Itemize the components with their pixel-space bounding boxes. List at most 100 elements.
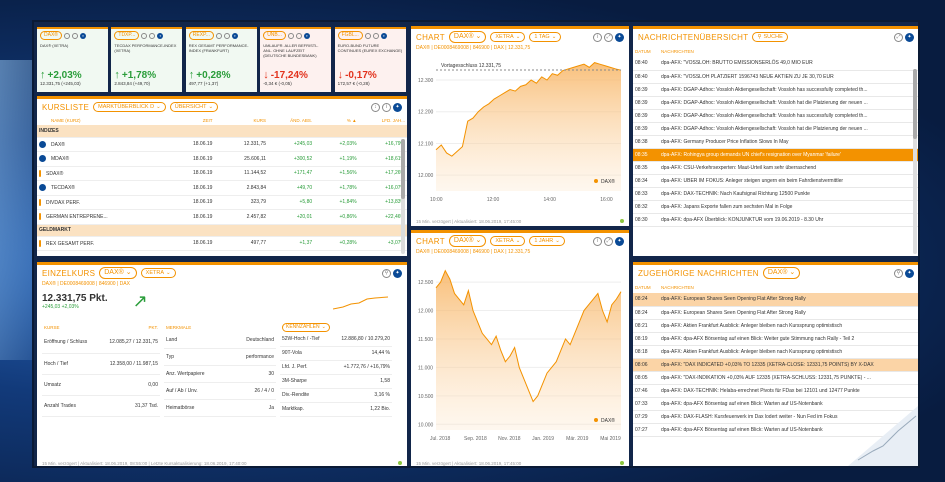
sort-icon[interactable]: ↕: [371, 102, 380, 112]
chart-day-instrument-dropdown[interactable]: DAX® ⌄: [448, 31, 487, 43]
chart-year-plot[interactable]: 10.000 10.500 11.000 11.500 12.000 12.500 Jul.…: [411, 255, 629, 451]
column-header[interactable]: LFD. JAH...: [359, 115, 407, 125]
news-row[interactable]: 08:21 dpa-AFX: Aktien Frankfurt Ausblick:…: [633, 319, 918, 333]
expand-icon[interactable]: ⤢: [604, 32, 613, 42]
column-header[interactable]: [314, 115, 321, 125]
column-header[interactable]: ÄND. ABS.: [268, 115, 314, 125]
info-icon[interactable]: i: [593, 32, 602, 42]
info-icon[interactable]: ·: [215, 32, 222, 39]
news-headline[interactable]: dpa-AFX: DAX-TECHNIK: Nach Kaufsignal Ri…: [659, 187, 918, 201]
news-row[interactable]: 08:38 dpa-AFX: Germany Producer Price Inf…: [633, 135, 918, 149]
news-headline[interactable]: dpa-AFX: CSU-Verkehrsexperten: Maut-Urte…: [659, 161, 918, 175]
index-tile[interactable]: FGBL... · · ✦ EURO-BUND FUTURE CONTINUES (EU…: [334, 27, 406, 92]
news-headline[interactable]: dpa-AFX: DGAP-Adhoc: Vossloh Aktiengesel…: [659, 96, 918, 110]
table-row[interactable]: SDAX® 18.06.19 11.144,52 +171,47 +1,56% +17,2…: [37, 166, 407, 181]
info-icon[interactable]: ·: [63, 32, 70, 39]
news-row[interactable]: 08:24 dpa-AFX: European Shares Seen Openi…: [633, 293, 918, 307]
news-row[interactable]: 08:34 dpa-AFX: UBER IM FOKUS: Anleger ste…: [633, 174, 918, 188]
news-headline[interactable]: dpa-AFX: "DAX-INDIKATION +0,03% AUF 1233…: [659, 371, 918, 385]
news-row[interactable]: 08:33 dpa-AFX: DAX-TECHNIK: Nach Kaufsign…: [633, 187, 918, 201]
column-header[interactable]: KURS: [222, 115, 269, 125]
settings-icon[interactable]: ✦: [393, 268, 402, 278]
index-tile[interactable]: UNB... · · ✦ UMLAUFR. ALLER BEFRISTL. ANL. O…: [260, 27, 332, 92]
column-header[interactable]: [166, 115, 173, 125]
settings-icon[interactable]: ✦: [615, 32, 624, 42]
index-tile[interactable]: TDXP... · · ✦ TECDAX PERFORMANCE-INDEX (XETR…: [111, 27, 183, 92]
news-headline[interactable]: dpa-AFX: DGAP-Adhoc: Vossloh Aktiengesel…: [659, 122, 918, 136]
chart-day-plot[interactable]: 12.000 12.100 12.200 12.300 10:00 12:00 14:00 1…: [411, 51, 629, 211]
settings-icon[interactable]: ✦: [380, 32, 387, 39]
settings-icon[interactable]: ✦: [231, 32, 238, 39]
expand-icon[interactable]: ⤢: [604, 236, 613, 246]
table-row[interactable]: GERMAN ENTREPRENE... 18.06.19 2.457,82 +20,…: [37, 209, 407, 225]
index-tile[interactable]: DAX® · · ✦ DAX® (XETRA) ↑ +2,03% 12.331,75 (+24…: [37, 27, 108, 92]
exchange-dropdown[interactable]: XETRA ⌄: [140, 268, 176, 278]
uebersicht-dropdown[interactable]: ÜBERSICHT ⌄: [169, 102, 219, 112]
settings-icon[interactable]: ✦: [393, 102, 402, 112]
instrument-dropdown[interactable]: DAX® ⌄: [99, 267, 137, 279]
settings-icon[interactable]: ✦: [157, 32, 164, 39]
link-icon[interactable]: ·: [223, 32, 230, 39]
news-headline[interactable]: dpa-AFX: dpa-AFX Überblick: KONJUNKTUR v…: [659, 213, 918, 227]
news-row[interactable]: 08:39 dpa-AFX: DGAP-Adhoc: Vossloh Aktien…: [633, 83, 918, 97]
link-icon[interactable]: ⚲: [382, 268, 391, 278]
chart-year-exchange-dropdown[interactable]: XETRA ⌄: [490, 236, 526, 246]
index-tile[interactable]: REXP... · · ✦ REX GESAMT PERFORMANCE-INDEX (…: [185, 27, 257, 92]
table-row[interactable]: DIVDAX PERF. 18.06.19 323,79 +5,80 +1,84% +13…: [37, 195, 407, 210]
tile-instrument-dropdown[interactable]: DAX®: [40, 31, 62, 40]
chart-year-range-dropdown[interactable]: 1 JAHR ⌄: [529, 236, 565, 246]
news-headline[interactable]: dpa-AFX: "DAX INDICATED +0,03% TO 12335 …: [659, 358, 918, 372]
link-icon[interactable]: ·: [372, 32, 379, 39]
chart-day-range-dropdown[interactable]: 1 TAG ⌄: [529, 32, 562, 42]
column-header[interactable]: % ▲: [321, 115, 358, 125]
news-row[interactable]: 08:32 dpa-AFX: Japans Exporte fallen zum …: [633, 200, 918, 214]
table-row[interactable]: DAX® 18.06.19 12.331,75 +245,03 +2,03% +16,79…: [37, 137, 407, 152]
column-header[interactable]: [214, 115, 221, 125]
link-icon[interactable]: ⚲: [894, 268, 903, 278]
news-row[interactable]: 08:35 dpa-AFX: Rohingya group demands UN …: [633, 148, 918, 162]
tile-instrument-dropdown[interactable]: FGBL...: [337, 31, 363, 40]
news-row[interactable]: 08:35 dpa-AFX: CSU-Verkehrsexperten: Maut…: [633, 161, 918, 175]
news-headline[interactable]: dpa-AFX: Aktien Frankfurt Ausblick: Anle…: [659, 345, 918, 359]
chart-year-instrument-dropdown[interactable]: DAX® ⌄: [448, 235, 487, 247]
settings-icon[interactable]: ✦: [905, 32, 914, 42]
news-row[interactable]: 08:06 dpa-AFX: "DAX INDICATED +0,03% TO 1…: [633, 358, 918, 372]
link-icon[interactable]: ·: [71, 32, 78, 39]
chart-day-exchange-dropdown[interactable]: XETRA ⌄: [490, 32, 526, 42]
marktueberblick-dropdown[interactable]: MARKTÜBERBLICK D ⌄: [93, 102, 166, 112]
news-row[interactable]: 08:18 dpa-AFX: Aktien Frankfurt Ausblick:…: [633, 345, 918, 359]
news-headline[interactable]: dpa-AFX: DGAP-Adhoc: Vossloh Aktiengesel…: [659, 109, 918, 123]
table-row[interactable]: MDAX® 18.06.19 25.606,11 +300,52 +1,19% +18,6…: [37, 151, 407, 167]
related-instrument-dropdown[interactable]: DAX® ⌄: [762, 267, 801, 279]
table-row[interactable]: REX GESAMT PERF. 18.06.19 497,77 +1,37 +0,28…: [37, 236, 407, 251]
settings-icon[interactable]: ✦: [615, 236, 624, 246]
info-icon[interactable]: ·: [287, 32, 294, 39]
info-icon[interactable]: ·: [364, 32, 371, 39]
news-scrollbar[interactable]: [913, 69, 917, 254]
news-headline[interactable]: dpa-AFX: Rohingya group demands UN chief…: [659, 148, 918, 162]
tile-instrument-dropdown[interactable]: TDXP...: [114, 31, 140, 40]
news-headline[interactable]: dpa-AFX: dpa-AFX Börsentag auf einen Bli…: [659, 332, 918, 346]
column-header[interactable]: NAME (KURZ): [37, 115, 166, 125]
column-header[interactable]: ZEIT: [173, 115, 215, 125]
news-headline[interactable]: dpa-AFX: "VOSSLOH: BRUTTO EMISSIONSERLÖS…: [659, 57, 918, 71]
info-icon[interactable]: i: [382, 102, 391, 112]
news-row[interactable]: 08:40 dpa-AFX: "VOSSLOH PLATZIERT 1596743…: [633, 70, 918, 84]
info-icon[interactable]: i: [593, 236, 602, 246]
tile-instrument-dropdown[interactable]: REXP...: [188, 31, 214, 40]
news-row[interactable]: 08:30 dpa-AFX: dpa-AFX Überblick: KONJUNK…: [633, 213, 918, 227]
news-headline[interactable]: dpa-AFX: European Shares Seen Opening Fl…: [659, 293, 918, 307]
scroll-thumb[interactable]: [913, 69, 917, 139]
table-row[interactable]: TECDAX® 18.06.19 2.843,84 +49,70 +1,78% +16,0…: [37, 180, 407, 196]
news-row[interactable]: 08:40 dpa-AFX: "VOSSLOH: BRUTTO EMISSIONS…: [633, 57, 918, 71]
news-headline[interactable]: dpa-AFX: Japans Exporte fallen zum sechs…: [659, 200, 918, 214]
news-row[interactable]: 08:39 dpa-AFX: DGAP-Adhoc: Vossloh Aktien…: [633, 122, 918, 136]
settings-icon[interactable]: ✦: [79, 32, 86, 39]
info-icon[interactable]: ·: [141, 32, 148, 39]
kennzahlen-dropdown[interactable]: KENNZAHLEN ⌄: [282, 322, 330, 332]
tile-instrument-dropdown[interactable]: UNB...: [263, 31, 286, 40]
news-row[interactable]: 08:24 dpa-AFX: European Shares Seen Openi…: [633, 306, 918, 320]
kursliste-scrollbar[interactable]: [401, 139, 405, 254]
settings-icon[interactable]: ✦: [303, 32, 310, 39]
news-row[interactable]: 08:39 dpa-AFX: DGAP-Adhoc: Vossloh Aktien…: [633, 96, 918, 110]
